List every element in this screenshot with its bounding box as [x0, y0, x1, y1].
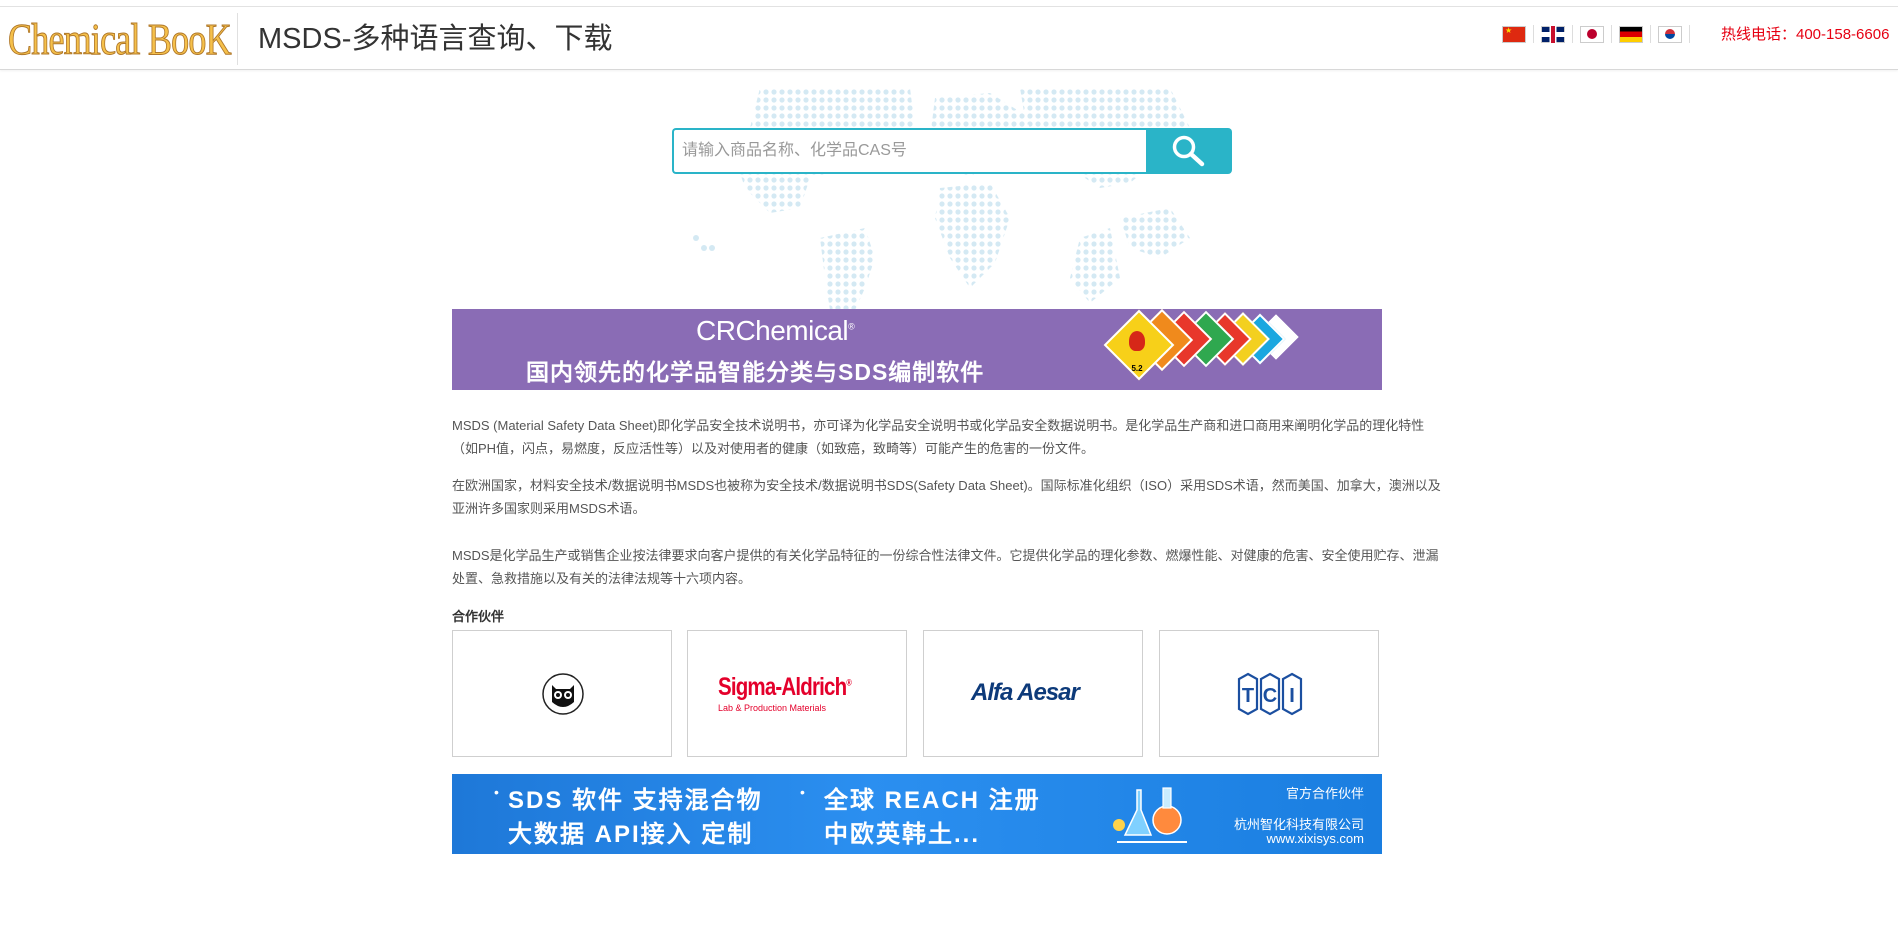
- japan-flag-icon[interactable]: [1580, 25, 1604, 43]
- korea-flag-icon[interactable]: [1658, 25, 1682, 43]
- banner-slogan: 国内领先的化学品智能分类与SDS编制软件: [526, 359, 985, 385]
- bullet-mark: •: [800, 784, 805, 800]
- partner-card-tci[interactable]: T C I: [1159, 630, 1379, 757]
- sigma-aldrich-logo: Sigma-Aldrich®: [718, 673, 852, 701]
- flag-separator: [1689, 25, 1690, 43]
- site-header: Chemical BooK MSDS-多种语言查询、下载 热线电话：400-15…: [0, 7, 1898, 70]
- flame-icon: [1129, 331, 1145, 351]
- intro-paragraph: 在欧洲国家，材料安全技术/数据说明书MSDS也被称为安全技术/数据说明书SDS(…: [452, 478, 1441, 516]
- search-input[interactable]: [672, 128, 1146, 174]
- tci-letter-i: I: [1289, 685, 1295, 707]
- intro-paragraph: MSDS是化学品生产或销售企业按法律要求向客户提供的有关化学品特征的一份综合性法…: [452, 548, 1439, 586]
- search-button[interactable]: [1146, 128, 1232, 174]
- tci-letter-c: C: [1263, 685, 1277, 707]
- world-map-background: [693, 88, 1190, 310]
- banner-line-1b: 全球 REACH 注册: [824, 787, 1041, 814]
- partners-heading: 合作伙伴: [452, 609, 505, 624]
- sds-software-ad-banner[interactable]: • • SDS 软件 支持混合物 全球 REACH 注册 大数据 API接入 定…: [452, 774, 1382, 854]
- uk-flag-icon[interactable]: [1541, 25, 1565, 43]
- chemicalbook-logo[interactable]: Chemical BooK: [8, 15, 232, 65]
- flag-separator: [1533, 25, 1534, 43]
- partner-card-alfa-aesar[interactable]: Alfa Aesar: [923, 630, 1143, 757]
- sigma-aldrich-tagline: Lab & Production Materials: [718, 703, 827, 713]
- china-flag-icon[interactable]: [1502, 25, 1526, 43]
- tci-letter-t: T: [1242, 685, 1254, 707]
- language-switcher: [1502, 17, 1697, 51]
- owl-logo-icon: [542, 673, 584, 715]
- germany-flag-icon[interactable]: [1619, 25, 1643, 43]
- banner-brand: CRChemical®: [696, 315, 855, 346]
- hotline-phone: 热线电话：400-158-6606: [1721, 26, 1890, 43]
- official-partner-label: 官方合作伙伴: [1285, 786, 1364, 801]
- crchemical-ad-banner[interactable]: CRChemical® 国内领先的化学品智能分类与SDS编制软件 5.2: [452, 309, 1382, 390]
- search-bar: [672, 128, 1232, 174]
- banner-line-2b: 中欧英韩土...: [824, 821, 981, 848]
- banner-line-2a: 大数据 API接入 定制: [508, 821, 754, 848]
- alfa-aesar-logo: Alfa Aesar: [971, 679, 1080, 706]
- partner-card-owl[interactable]: [452, 630, 672, 757]
- bullet-mark: •: [494, 784, 499, 800]
- lab-equipment-icon: [1113, 787, 1187, 843]
- header-divider: [237, 13, 238, 65]
- flag-separator: [1611, 25, 1612, 43]
- flag-separator: [1650, 25, 1651, 43]
- company-url[interactable]: www.xixisys.com: [1266, 831, 1364, 846]
- intro-paragraph: MSDS (Material Safety Data Sheet)即化学品安全技…: [452, 418, 1425, 456]
- flag-separator: [1572, 25, 1573, 43]
- page-title: MSDS-多种语言查询、下载: [258, 23, 613, 55]
- banner-line-1a: SDS 软件 支持混合物: [508, 787, 763, 814]
- hazard-class-label: 5.2: [1131, 364, 1143, 373]
- search-icon: [1172, 135, 1205, 167]
- tci-logo: T C I: [1237, 672, 1303, 716]
- partner-card-sigma-aldrich[interactable]: Sigma-Aldrich® Lab & Production Material…: [687, 630, 907, 757]
